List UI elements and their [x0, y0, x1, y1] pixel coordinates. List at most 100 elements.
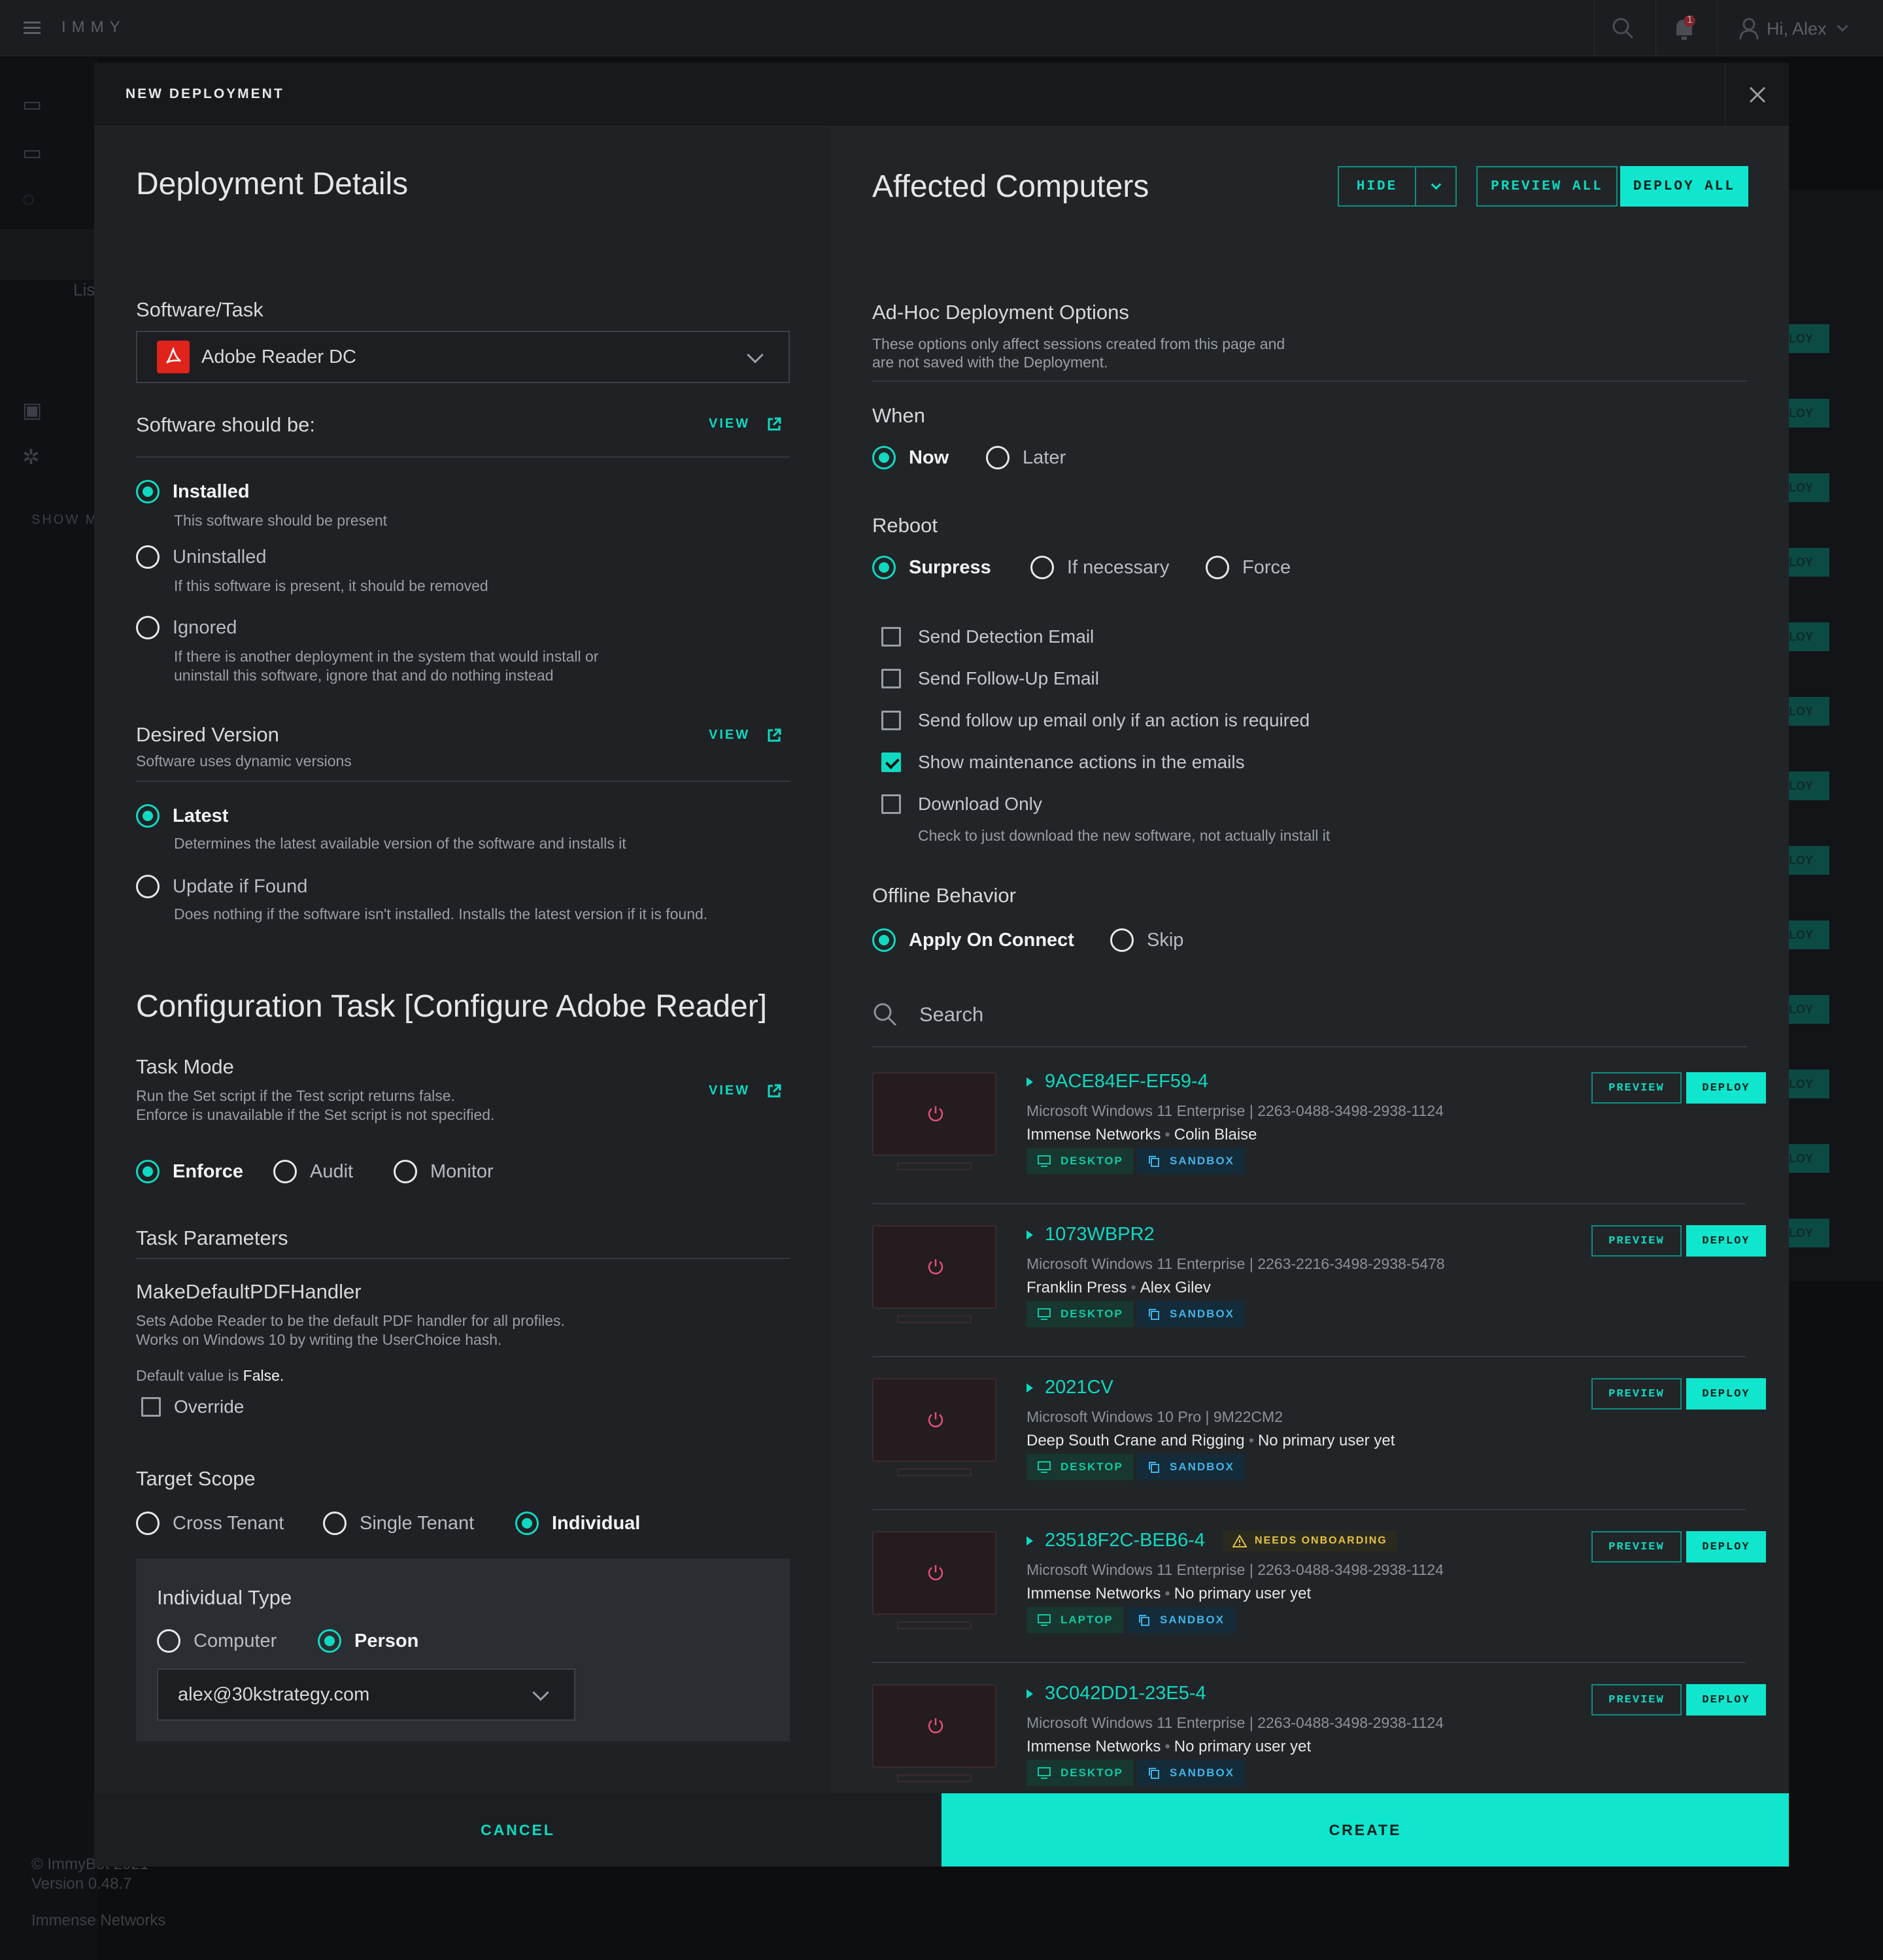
computer-card: 2021CV Microsoft Windows 10 Pro | 9M22CM… [872, 1359, 1766, 1510]
radio-computer[interactable]: Computer [157, 1629, 277, 1653]
computer-name-link[interactable]: 23518F2C-BEB6-4 NEEDS ONBOARDING [1026, 1530, 1397, 1551]
external-link-icon [768, 417, 781, 430]
brand-logo[interactable]: IMMY [61, 18, 126, 37]
computer-os: Microsoft Windows 10 Pro | 9M22CM2 [1026, 1408, 1283, 1425]
radio-uninstalled[interactable]: Uninstalled [136, 545, 266, 569]
installed-desc: This software should be present [174, 512, 388, 529]
search-icon[interactable] [1612, 17, 1634, 39]
power-icon [928, 1106, 943, 1122]
view-software-link[interactable]: VIEW [709, 416, 781, 431]
radio-latest[interactable]: Latest [136, 804, 228, 828]
send-detection-email-checkbox[interactable]: Send Detection Email [881, 626, 1094, 647]
follow-up-only-if-action-checkbox[interactable]: Send follow up email only if an action i… [881, 710, 1310, 731]
desktop-icon [1038, 1155, 1051, 1167]
radio-individual[interactable]: Individual [515, 1512, 640, 1535]
computer-card: 9ACE84EF-EF59-4 Microsoft Windows 11 Ent… [872, 1053, 1766, 1204]
radio-monitor[interactable]: Monitor [394, 1160, 494, 1183]
radio-force[interactable]: Force [1206, 556, 1291, 579]
deploy-button[interactable]: DEPLOY [1686, 1072, 1766, 1104]
param-default: Default value is False. [136, 1367, 284, 1384]
desired-version-sub: Software uses dynamic versions [136, 752, 352, 769]
person-value: alex@30kstrategy.com [178, 1683, 370, 1705]
laptop-icon [1038, 1614, 1051, 1626]
deploy-button[interactable]: DEPLOY [1686, 1531, 1766, 1563]
preview-button[interactable]: PREVIEW [1591, 1072, 1682, 1104]
power-icon [928, 1259, 943, 1275]
top-bar: IMMY 1 Hi, Alex [0, 0, 1883, 56]
configuration-title: Configuration Task [Configure Adobe Read… [136, 989, 768, 1024]
close-button[interactable] [1725, 63, 1789, 127]
param-desc: Sets Adobe Reader to be the default PDF … [136, 1312, 565, 1329]
menu-icon[interactable] [24, 22, 41, 35]
computer-owner: Immense Networks • No primary user yet [1026, 1585, 1312, 1602]
monitor-stand [897, 1468, 972, 1476]
radio-cross-tenant[interactable]: Cross Tenant [136, 1512, 284, 1535]
radio-audit[interactable]: Audit [273, 1160, 353, 1183]
send-follow-up-email-checkbox[interactable]: Send Follow-Up Email [881, 668, 1099, 689]
latest-desc: Determines the latest available version … [174, 835, 626, 852]
view-version-link[interactable]: VIEW [709, 728, 781, 743]
task-mode-label: Task Mode [136, 1055, 234, 1078]
radio-ignored[interactable]: Ignored [136, 616, 237, 639]
pdf-icon [157, 341, 190, 373]
affected-computers-panel: Affected Computers HIDE PREVIEW ALL DEPL… [830, 127, 1789, 1816]
close-icon [1749, 86, 1765, 103]
radio-installed[interactable]: Installed [136, 480, 250, 503]
preview-all-button[interactable]: PREVIEW ALL [1476, 166, 1618, 207]
computer-card: 1073WBPR2 Microsoft Windows 11 Enterpris… [872, 1206, 1766, 1357]
radio-now[interactable]: Now [872, 446, 949, 469]
deploy-button[interactable]: DEPLOY [1686, 1378, 1766, 1410]
sidebar-gear-icon: ✲ [22, 445, 40, 469]
hide-dropdown-button[interactable] [1415, 166, 1457, 207]
computer-search[interactable]: Search [872, 983, 1747, 1047]
download-only-checkbox[interactable]: Download Only [881, 794, 1042, 815]
deploy-all-button[interactable]: DEPLOY ALL [1620, 166, 1748, 207]
param-name: MakeDefaultPDFHandler [136, 1280, 362, 1303]
chevron-down-icon [532, 1684, 549, 1701]
computer-name-link[interactable]: 9ACE84EF-EF59-4 [1026, 1071, 1208, 1092]
radio-single-tenant[interactable]: Single Tenant [323, 1512, 474, 1535]
radio-person[interactable]: Person [318, 1629, 418, 1653]
deploy-button[interactable]: DEPLOY [1686, 1684, 1766, 1715]
hide-button[interactable]: HIDE [1338, 166, 1416, 207]
background-sidebar: ▭ ▭ ◌ Lis ▣ ✲ SHOW M [0, 58, 98, 1960]
cancel-button[interactable]: CANCEL [94, 1793, 941, 1867]
preview-button[interactable]: PREVIEW [1591, 1684, 1682, 1715]
preview-button[interactable]: PREVIEW [1591, 1531, 1682, 1563]
preview-button[interactable]: PREVIEW [1591, 1225, 1682, 1257]
computer-name-link[interactable]: 1073WBPR2 [1026, 1224, 1155, 1245]
modal-title: NEW DEPLOYMENT [126, 86, 284, 101]
radio-surpress[interactable]: Surpress [872, 556, 991, 579]
person-select[interactable]: alex@30kstrategy.com [157, 1668, 575, 1721]
task-params-label: Task Parameters [136, 1226, 288, 1249]
radio-enforce[interactable]: Enforce [136, 1160, 243, 1183]
affected-title: Affected Computers [872, 169, 1149, 204]
copy-icon [1149, 1309, 1159, 1320]
software-select[interactable]: Adobe Reader DC [136, 331, 790, 383]
radio-later[interactable]: Later [986, 446, 1066, 469]
computer-monitor-icon [872, 1531, 996, 1615]
radio-skip[interactable]: Skip [1110, 928, 1183, 952]
preview-button[interactable]: PREVIEW [1591, 1378, 1682, 1410]
radio-apply-on-connect[interactable]: Apply On Connect [872, 928, 1074, 952]
view-task-link[interactable]: VIEW [709, 1083, 781, 1098]
computer-owner: Immense Networks • Colin Blaise [1026, 1126, 1257, 1143]
deploy-button[interactable]: DEPLOY [1686, 1225, 1766, 1257]
user-menu[interactable]: Hi, Alex [1739, 16, 1848, 42]
monitor-stand [897, 1774, 972, 1782]
computer-name-link[interactable]: 3C042DD1-23E5-4 [1026, 1683, 1206, 1704]
create-button[interactable]: CREATE [941, 1793, 1789, 1867]
bell-icon[interactable]: 1 [1672, 14, 1696, 42]
radio-update-if-found[interactable]: Update if Found [136, 875, 307, 898]
override-checkbox[interactable]: Override [141, 1396, 244, 1417]
warning-icon [1232, 1534, 1247, 1547]
computer-card: 23518F2C-BEB6-4 NEEDS ONBOARDING Microso… [872, 1512, 1766, 1663]
adhoc-sub: are not saved with the Deployment. [872, 354, 1108, 371]
desktop-icon [1038, 1308, 1051, 1320]
search-input[interactable]: Search [919, 1003, 983, 1026]
computer-name-link[interactable]: 2021CV [1026, 1377, 1113, 1398]
radio-if-necessary[interactable]: If necessary [1030, 556, 1169, 579]
computer-os: Microsoft Windows 11 Enterprise | 2263-0… [1026, 1102, 1444, 1119]
show-maintenance-actions-checkbox[interactable]: Show maintenance actions in the emails [881, 752, 1245, 773]
monitor-stand [897, 1621, 972, 1629]
